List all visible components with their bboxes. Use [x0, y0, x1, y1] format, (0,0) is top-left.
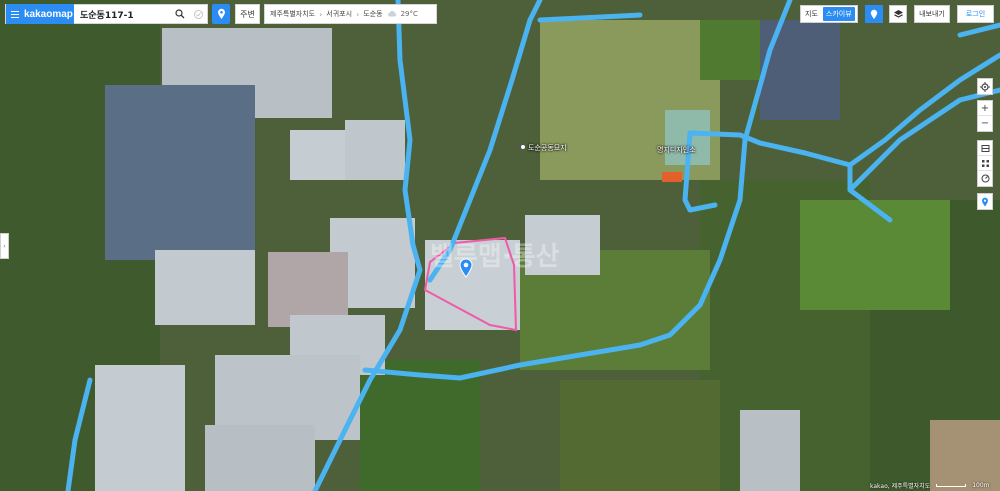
distance-measure-icon[interactable]	[978, 171, 992, 186]
zoom-control: + −	[977, 100, 993, 132]
map-view-toggle[interactable]: 지도 스카이뷰	[800, 5, 858, 23]
watermark: 밸류맵·통산	[430, 242, 560, 272]
map-label-facility[interactable]: 명지디자인소	[657, 145, 696, 155]
copyright-text: kakao, 제주특별자치도	[870, 483, 931, 490]
brand-menu-button[interactable]: kakaomap	[6, 4, 74, 24]
zoom-in-icon[interactable]: +	[978, 101, 992, 116]
nearby-button[interactable]: 주변	[235, 4, 260, 24]
pin-icon	[217, 8, 225, 19]
chevron-right-icon: ›	[319, 9, 323, 19]
search-bar[interactable]: kakaomap 도순동117-1	[5, 4, 208, 24]
scale-text: 100m	[972, 482, 990, 489]
map-tools-control	[977, 140, 993, 187]
layers-button[interactable]	[889, 5, 907, 23]
breadcrumb: 제주특별자치도 › 서귀포시 › 도순동 29°C	[264, 4, 437, 24]
breadcrumb-dong[interactable]: 도순동	[363, 9, 382, 19]
brand-logo: kakaomap	[24, 8, 73, 20]
poi-dot-icon	[520, 144, 526, 150]
zoom-out-icon[interactable]: −	[978, 116, 992, 131]
crosshair-icon[interactable]	[978, 79, 992, 94]
share-button[interactable]: 내보내기	[914, 5, 950, 23]
location-pin-button[interactable]	[212, 4, 230, 24]
layers-icon	[893, 10, 903, 18]
clear-icon[interactable]	[189, 5, 207, 23]
map-label-cemetery[interactable]: 도순공동묘지	[520, 143, 567, 153]
map-footer: kakao, 제주특별자치도 100m	[870, 481, 990, 490]
roadview-pin-icon[interactable]	[978, 194, 992, 209]
scale-bar	[936, 484, 967, 487]
search-input[interactable]: 도순동117-1	[74, 8, 171, 21]
side-panel-toggle[interactable]: ›	[0, 233, 9, 259]
selected-location-marker[interactable]	[459, 258, 473, 282]
search-icon[interactable]	[171, 5, 189, 23]
area-measure-icon[interactable]	[978, 156, 992, 171]
chevron-right-icon: ›	[356, 9, 360, 19]
roadview-button[interactable]	[865, 5, 883, 23]
roadview-pin-control[interactable]	[977, 193, 993, 210]
menu-icon[interactable]	[6, 10, 24, 18]
roadview-icon	[870, 9, 878, 19]
chevron-right-icon: ›	[3, 242, 6, 250]
current-location-control[interactable]	[977, 78, 993, 95]
skyview-option[interactable]: 스카이뷰	[822, 7, 855, 21]
login-button[interactable]: 로그인	[957, 5, 994, 23]
temperature-text: 29°C	[400, 10, 418, 18]
cloud-icon	[387, 10, 397, 19]
map-view-option[interactable]: 지도	[802, 7, 821, 21]
breadcrumb-city[interactable]: 서귀포시	[326, 9, 352, 19]
location-pin-icon	[459, 258, 473, 278]
breadcrumb-province[interactable]: 제주특별자치도	[270, 9, 315, 19]
cadastral-icon[interactable]	[978, 141, 992, 156]
